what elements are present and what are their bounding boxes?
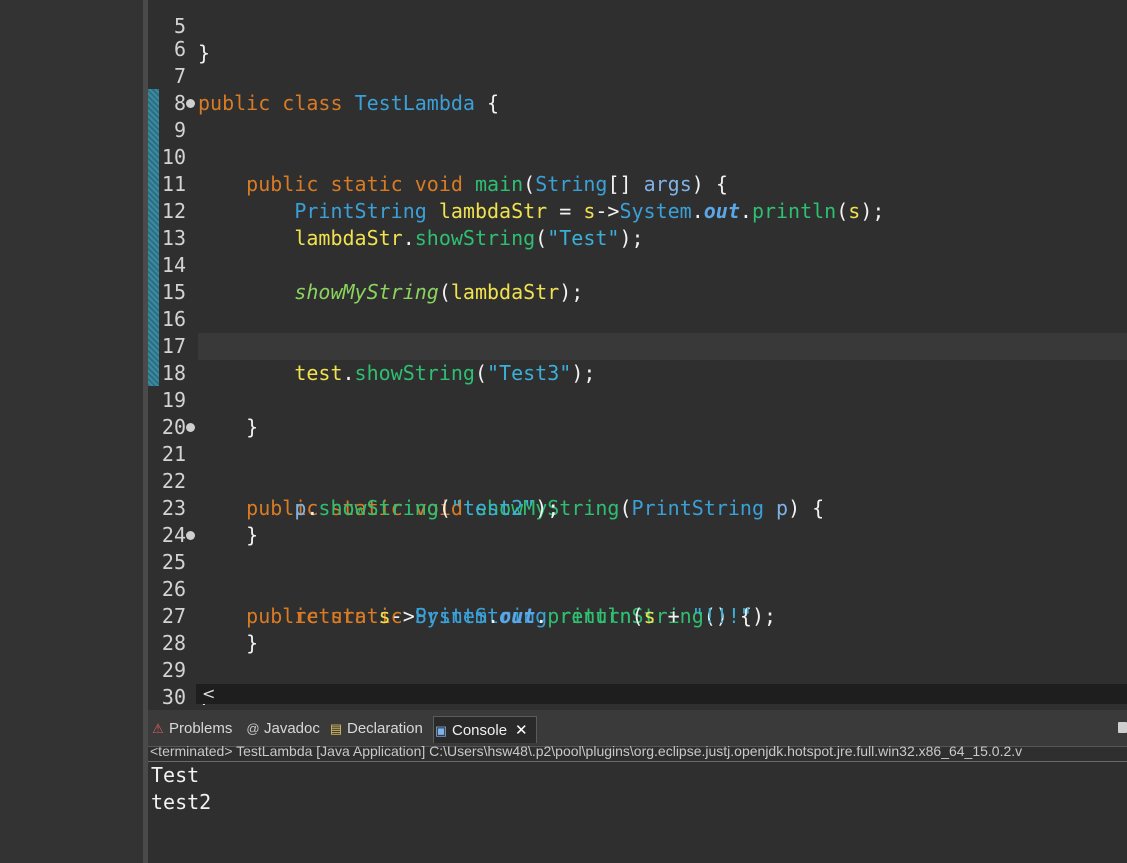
code-line: 16 PrintString test = returnString(); xyxy=(148,279,1127,358)
tab-declaration[interactable]: ▤ Declaration xyxy=(329,716,423,742)
code-line: 19 } xyxy=(148,360,1127,439)
horizontal-scrollbar[interactable]: < xyxy=(196,684,1127,704)
code-line: 17 test.showString("Test3"); xyxy=(148,306,1127,385)
code-line: 27 } xyxy=(148,576,1127,655)
javadoc-icon: @ xyxy=(246,721,260,736)
tab-label: Problems xyxy=(169,720,233,737)
code-line: 23 } xyxy=(148,468,1127,547)
tab-console[interactable]: ▣ Console ✕ xyxy=(433,716,537,743)
code-line: 18 xyxy=(148,333,1127,385)
code-line: 26 return s->System.out.println(s + "!!!… xyxy=(148,549,1127,628)
divider xyxy=(148,761,1127,762)
console-icon: ▣ xyxy=(434,723,448,738)
scroll-left-icon[interactable]: < xyxy=(202,684,215,704)
code-editor[interactable]: 5 } 6 7 public class TestLambda { 8 9 pu… xyxy=(148,0,1127,705)
fold-toggle-icon[interactable] xyxy=(186,99,195,108)
code-line: 7 public class TestLambda { xyxy=(148,36,1127,115)
tab-javadoc[interactable]: @ Javadoc xyxy=(246,716,320,742)
tab-label: Javadoc xyxy=(264,720,320,737)
code-line: 13 xyxy=(148,198,1127,250)
code-line: 10 xyxy=(148,117,1127,169)
bottom-panel: ⚠ Problems @ Javadoc ▤ Declaration ▣ Console… xyxy=(148,705,1127,863)
tab-problems[interactable]: ⚠ Problems xyxy=(151,716,232,742)
left-view-panel xyxy=(0,0,143,863)
code-line: 28 xyxy=(148,603,1127,655)
fold-toggle-icon[interactable] xyxy=(186,531,195,540)
problems-icon: ⚠ xyxy=(152,721,164,736)
tab-label: Console xyxy=(452,722,508,739)
view-menu-icon[interactable] xyxy=(1118,722,1127,733)
declaration-icon: ▤ xyxy=(329,721,343,736)
console-output-line: test2 xyxy=(151,790,212,814)
current-line-highlight xyxy=(198,333,1127,360)
tab-label: Declaration xyxy=(347,720,423,737)
code-line: 21 public static void showMyString(Print… xyxy=(148,414,1127,520)
code-line: 29 } xyxy=(148,630,1127,705)
code-line: 24 xyxy=(148,495,1127,547)
console-output-line: Test xyxy=(151,763,200,787)
code-line: 6 xyxy=(148,9,1127,61)
code-line: 20 xyxy=(148,387,1127,439)
console-status: <terminated> TestLambda [Java Applicatio… xyxy=(150,743,1023,759)
close-icon[interactable]: ✕ xyxy=(515,721,528,739)
code-line: 25 public static PrintString returnStrin… xyxy=(148,522,1127,628)
code-line: 8 xyxy=(148,63,1127,115)
fold-toggle-icon[interactable] xyxy=(186,423,195,432)
code-line: 14 showMyString(lambdaStr); xyxy=(148,225,1127,304)
code-line: 22 p.showString("test2"); xyxy=(148,441,1127,520)
code-line: 15 xyxy=(148,252,1127,304)
code-line: 30 xyxy=(148,657,1127,705)
code-line: 11 PrintString lambdaStr = s->System.out… xyxy=(148,144,1127,223)
code-line: 12 lambdaStr.showString("Test"); xyxy=(148,171,1127,250)
line-number: 30 xyxy=(161,685,186,705)
code-line: 9 public static void main(String[] args)… xyxy=(148,90,1127,196)
